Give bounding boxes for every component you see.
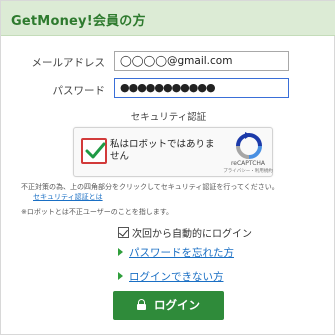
recaptcha-terms: プライバシー・利用規約 — [223, 169, 273, 174]
robot-note: ※ロボットとは不正ユーザーのことを指します。 — [21, 208, 174, 216]
recaptcha-label: 私はロボットではありません — [110, 139, 215, 162]
auto-login-label: 次回から自動的にログイン — [132, 229, 252, 240]
login-panel: GetMoney!会員の方 メールアドレス ◯◯◯◯@gmail.com パスワ… — [0, 0, 335, 335]
recaptcha-brand: reCAPTCHA — [230, 160, 266, 167]
password-field[interactable]: ●●●●●●●●●●● — [114, 78, 289, 98]
auto-login-checkbox[interactable] — [118, 227, 129, 238]
recaptcha-checkbox[interactable] — [81, 138, 107, 164]
cannot-login-text: ログインできない方 — [129, 271, 224, 283]
lock-icon — [137, 299, 146, 310]
login-button[interactable]: ログイン — [113, 291, 224, 320]
security-help-link[interactable]: セキュリティ認証とは — [33, 193, 103, 201]
recaptcha-logo-icon — [236, 132, 262, 159]
panel-title: GetMoney!会員の方 — [11, 14, 146, 29]
password-label: パスワード — [52, 85, 106, 97]
checkmark-icon — [85, 142, 106, 159]
arrow-right-icon — [118, 272, 123, 280]
auto-login-option[interactable]: 次回から自動的にログイン — [118, 225, 252, 240]
security-title: セキュリティ認証 — [130, 112, 207, 123]
arrow-right-icon — [118, 248, 123, 256]
security-note-text: 不正対策の為、上の四角部分をクリックしてセキュリティ認証を行ってください。 — [21, 183, 279, 191]
forgot-password-text: パスワードを忘れた方 — [129, 247, 234, 259]
panel-header: GetMoney!会員の方 — [1, 1, 335, 36]
forgot-password-link[interactable]: パスワードを忘れた方 — [118, 245, 234, 260]
email-field[interactable]: ◯◯◯◯@gmail.com — [114, 51, 289, 71]
recaptcha-widget: 私はロボットではありません reCAPTCHA プライバシー・利用規約 — [73, 127, 273, 177]
cannot-login-link[interactable]: ログインできない方 — [118, 269, 224, 284]
login-button-label: ログイン — [154, 298, 200, 312]
security-note: 不正対策の為、上の四角部分をクリックしてセキュリティ認証を行ってください。 セキ… — [21, 182, 321, 202]
email-label: メールアドレス — [31, 57, 106, 69]
